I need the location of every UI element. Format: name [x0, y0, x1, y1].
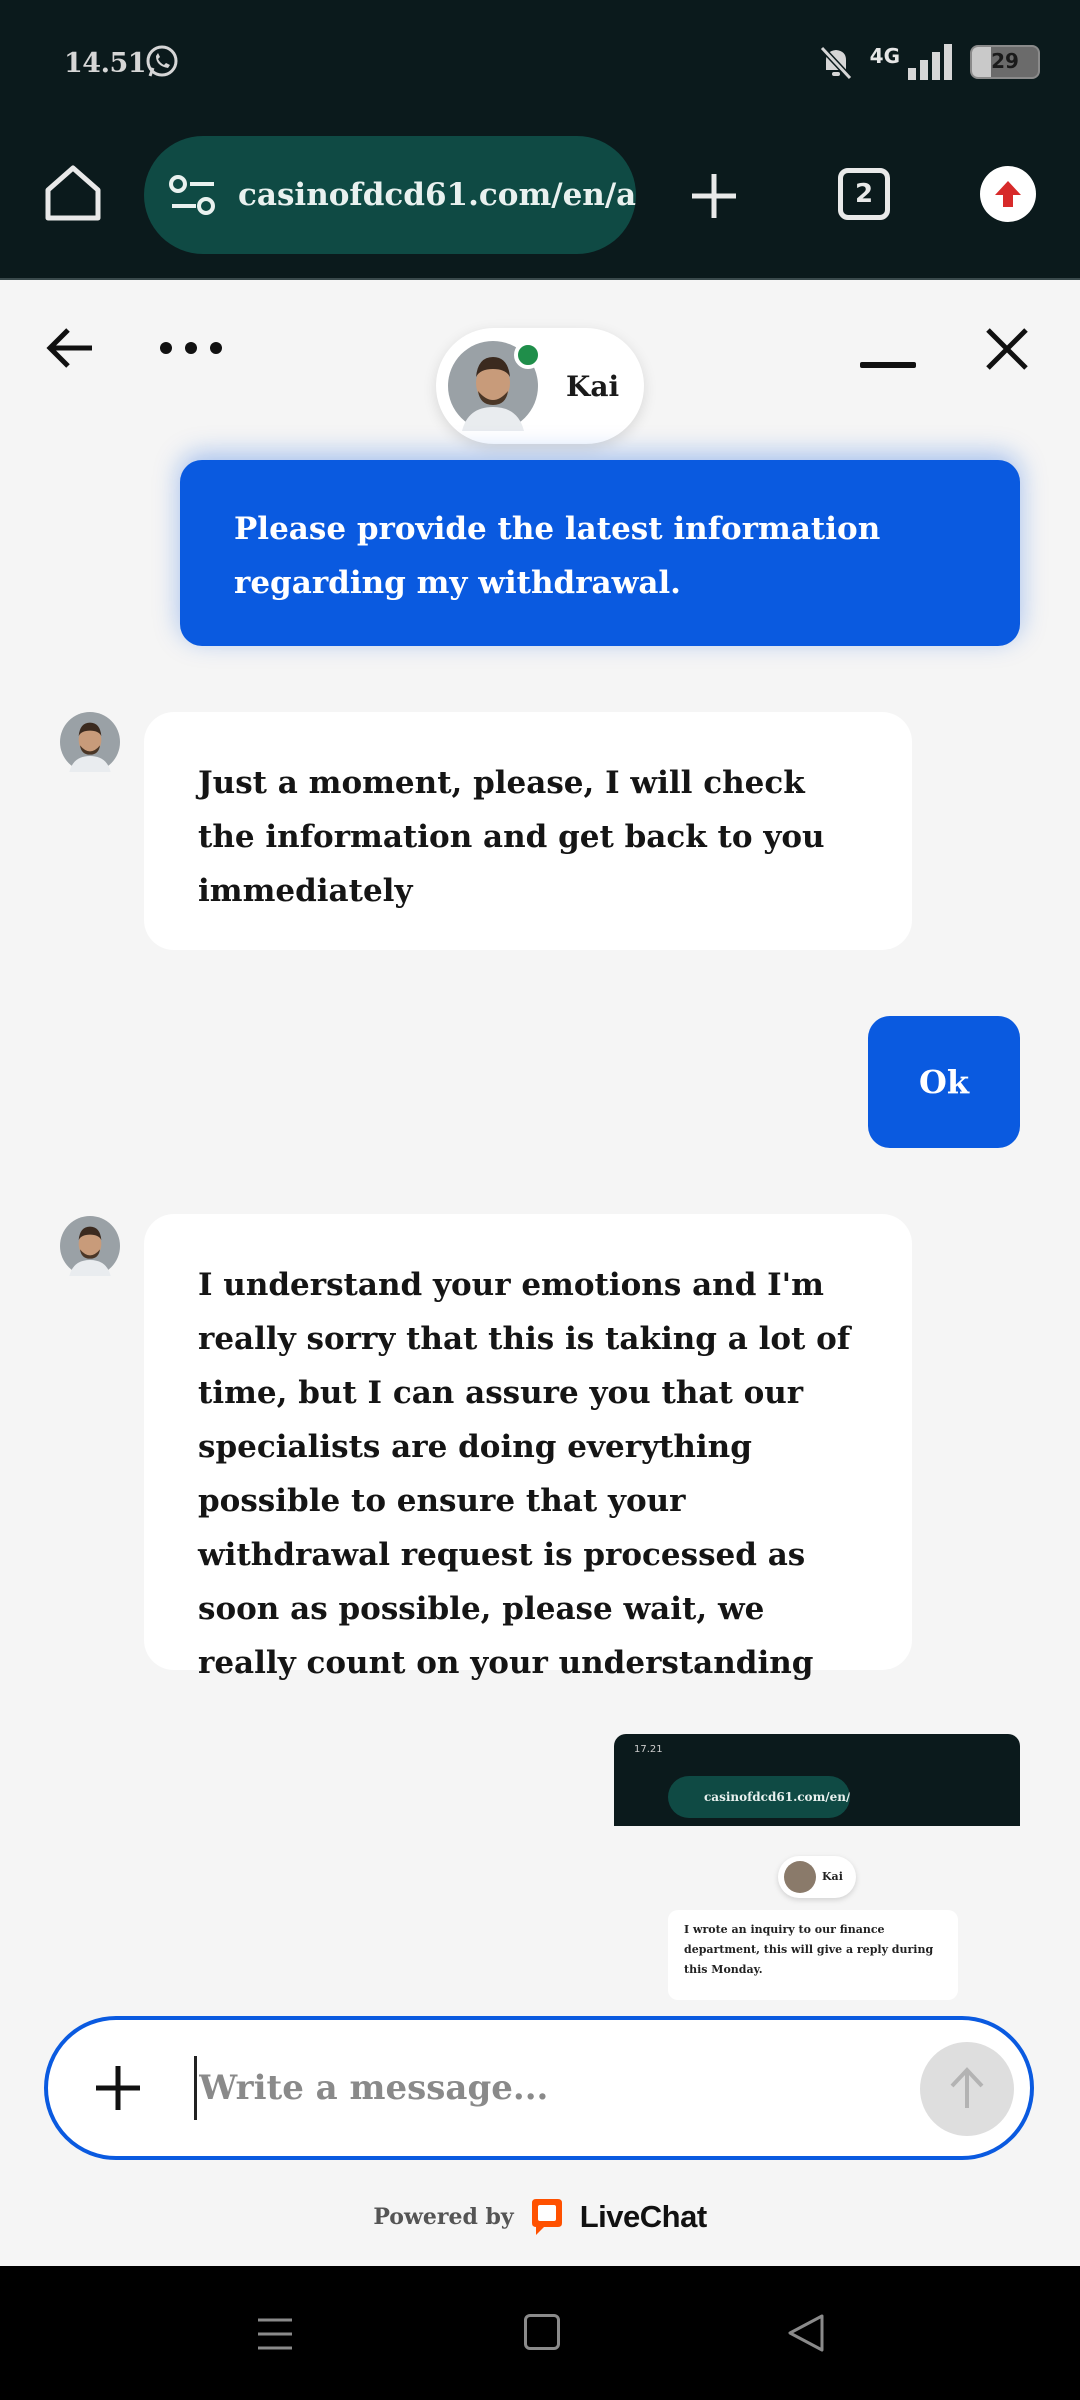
battery-icon: 29: [970, 45, 1040, 79]
arrow-up-icon: [995, 181, 1021, 207]
agent-photo-icon: [60, 1216, 120, 1276]
livechat-brand: LiveChat: [579, 2199, 707, 2234]
network-type: 4G: [869, 44, 900, 68]
message-input[interactable]: [194, 2056, 834, 2120]
url-bar[interactable]: casinofdcd61.com/en/a: [144, 136, 636, 254]
online-status-dot: [514, 341, 542, 369]
thumb-agent-name: Kai: [822, 1870, 843, 1883]
agent-avatar: [448, 341, 542, 431]
battery-level: 29: [991, 49, 1019, 73]
livechat-logo-icon: [531, 2199, 562, 2235]
signal-icon: [908, 44, 952, 80]
thumb-time: 17.21: [634, 1744, 663, 1755]
bell-off-icon: [819, 45, 852, 81]
status-bar: 14.51 4G 29: [0, 0, 1080, 128]
system-nav-bar: [0, 2266, 1080, 2400]
powered-by-label: Powered by: [373, 2204, 514, 2230]
minimize-icon[interactable]: [860, 362, 916, 368]
agent-info-pill[interactable]: Kai: [436, 328, 644, 444]
close-icon[interactable]: [984, 326, 1030, 372]
send-arrow-icon: [950, 2067, 984, 2108]
thumb-agent-pill: Kai: [778, 1856, 856, 1898]
status-time: 14.51: [64, 48, 147, 79]
add-attachment-icon[interactable]: [92, 2062, 144, 2114]
url-text[interactable]: casinofdcd61.com/en/a: [238, 177, 636, 213]
back-arrow-icon[interactable]: [44, 322, 96, 374]
home-icon[interactable]: [40, 160, 106, 226]
send-button[interactable]: [920, 2042, 1014, 2136]
recent-apps-icon[interactable]: [256, 2316, 294, 2352]
thumb-message: I wrote an inquiry to our finance depart…: [668, 1910, 958, 2000]
status-icons: 4G 29: [816, 38, 1040, 86]
image-attachment[interactable]: 17.21 casinofdcd61.com/en/a Kai I wrote …: [614, 1734, 1020, 2016]
visitor-message: Ok: [868, 1016, 1020, 1148]
thumb-url: casinofdcd61.com/en/a: [668, 1776, 850, 1818]
agent-avatar-small: [60, 1216, 120, 1276]
message-composer: [44, 2016, 1034, 2160]
new-tab-icon[interactable]: [686, 168, 742, 224]
thumb-status-bar: 17.21: [614, 1734, 1020, 1768]
chat-header: Kai: [0, 282, 1080, 452]
browser-toolbar: casinofdcd61.com/en/a 2: [0, 128, 1080, 280]
agent-photo-icon: [60, 712, 120, 772]
thumb-avatar: [784, 1861, 816, 1893]
visitor-message: Please provide the latest information re…: [180, 460, 1020, 646]
agent-message: I understand your emotions and I'm reall…: [144, 1214, 912, 1681]
site-settings-icon[interactable]: [168, 174, 218, 216]
whatsapp-icon: [146, 45, 178, 77]
tab-switcher-button[interactable]: 2: [838, 168, 890, 220]
thumb-browser-bar: casinofdcd61.com/en/a: [614, 1768, 1020, 1826]
back-nav-icon[interactable]: [786, 2312, 826, 2354]
agent-name: Kai: [566, 369, 620, 403]
powered-by-footer[interactable]: Powered by LiveChat: [0, 2194, 1080, 2240]
more-options-icon[interactable]: [158, 338, 224, 358]
update-button[interactable]: [980, 166, 1036, 222]
home-nav-icon[interactable]: [524, 2314, 560, 2350]
agent-avatar-small: [60, 712, 120, 772]
agent-message: Just a moment, please, I will check the …: [144, 712, 912, 950]
